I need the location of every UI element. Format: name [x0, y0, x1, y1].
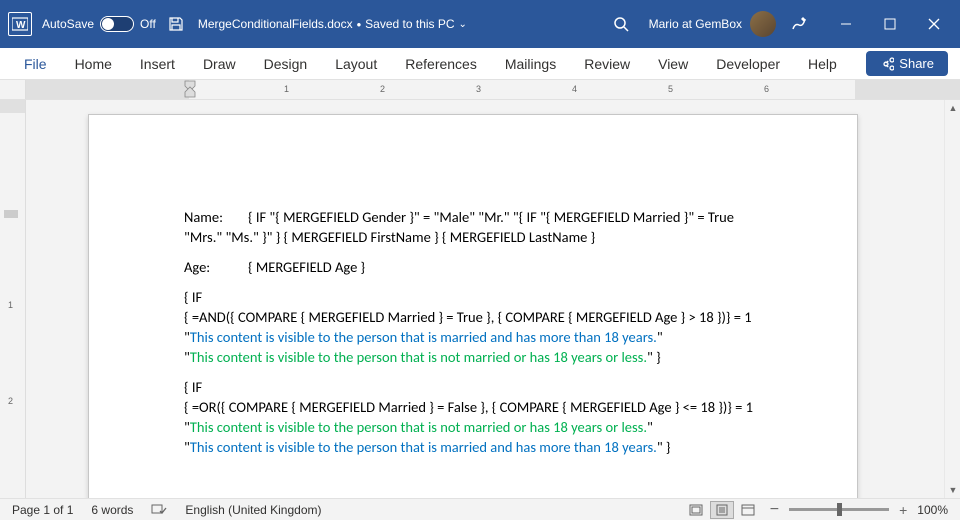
tab-layout[interactable]: Layout — [323, 50, 389, 78]
indent-marker-icon[interactable] — [184, 80, 196, 98]
ruler-mark: 2 — [380, 84, 385, 94]
zoom-level[interactable]: 100% — [917, 503, 948, 517]
saved-status: Saved to this PC — [365, 17, 454, 31]
statusbar: Page 1 of 1 6 words English (United King… — [0, 498, 960, 520]
autosave-state: Off — [140, 17, 156, 31]
share-button[interactable]: Share — [866, 51, 948, 76]
autosave-toggle[interactable]: AutoSave Off — [42, 16, 156, 32]
ruler-mark: 5 — [668, 84, 673, 94]
close-button[interactable] — [916, 10, 952, 38]
scrollbar-vertical[interactable]: ▲ ▼ — [944, 100, 960, 498]
zoom-slider[interactable] — [789, 508, 889, 511]
ruler-mark: 3 — [476, 84, 481, 94]
save-button[interactable] — [166, 14, 186, 34]
focus-mode-button[interactable] — [684, 501, 708, 519]
ruler-mark: 1 — [284, 84, 289, 94]
language-indicator[interactable]: English (United Kingdom) — [185, 503, 321, 517]
ruler-horizontal[interactable]: 1 2 3 4 5 6 — [0, 80, 960, 100]
avatar — [750, 11, 776, 37]
chevron-down-icon[interactable]: ⌄ — [459, 19, 467, 30]
v-cursor-icon — [4, 210, 18, 218]
filename: MergeConditionalFields.docx — [198, 17, 353, 31]
autosave-label: AutoSave — [42, 17, 94, 31]
scroll-up-icon[interactable]: ▲ — [945, 100, 960, 116]
ruler-v-mark: 1 — [8, 300, 13, 310]
page-indicator[interactable]: Page 1 of 1 — [12, 503, 73, 517]
tab-help[interactable]: Help — [796, 50, 849, 78]
tab-draw[interactable]: Draw — [191, 50, 248, 78]
spellcheck-icon[interactable] — [151, 503, 167, 517]
ribbon-tabs: File Home Insert Draw Design Layout Refe… — [0, 48, 960, 80]
titlebar: W AutoSave Off MergeConditionalFields.do… — [0, 0, 960, 48]
tab-design[interactable]: Design — [252, 50, 320, 78]
word-logo-icon: W — [8, 12, 32, 36]
document-page[interactable]: Name:{ IF "{ MERGEFIELD Gender }" = "Mal… — [88, 114, 858, 498]
tab-review[interactable]: Review — [572, 50, 642, 78]
workspace: 1 2 Name:{ IF "{ MERGEFIELD Gender }" = … — [0, 100, 960, 498]
draw-mode-icon[interactable] — [790, 15, 808, 33]
toggle-icon — [100, 16, 134, 32]
doc-line[interactable]: Age:{ MERGEFIELD Age } — [184, 257, 762, 277]
user-label: Mario at GemBox — [649, 17, 742, 31]
tab-mailings[interactable]: Mailings — [493, 50, 568, 78]
user-account[interactable]: Mario at GemBox — [649, 11, 776, 37]
word-count[interactable]: 6 words — [91, 503, 133, 517]
ruler-corner — [0, 80, 26, 99]
page-area[interactable]: Name:{ IF "{ MERGEFIELD Gender }" = "Mal… — [26, 100, 960, 498]
window-controls — [828, 10, 952, 38]
tab-references[interactable]: References — [393, 50, 489, 78]
doc-line[interactable]: Name:{ IF "{ MERGEFIELD Gender }" = "Mal… — [184, 207, 762, 247]
search-button[interactable] — [613, 16, 629, 32]
minimize-button[interactable] — [828, 10, 864, 38]
doc-line[interactable]: { IF{ =OR({ COMPARE { MERGEFIELD Married… — [184, 377, 762, 457]
view-mode-buttons — [684, 501, 760, 519]
ruler-h: 1 2 3 4 5 6 — [26, 80, 960, 99]
doc-line[interactable]: { IF{ =AND({ COMPARE { MERGEFIELD Marrie… — [184, 287, 762, 367]
scroll-down-icon[interactable]: ▼ — [945, 482, 960, 498]
tab-developer[interactable]: Developer — [704, 50, 792, 78]
zoom-out-button[interactable]: − — [770, 501, 779, 519]
tab-home[interactable]: Home — [63, 50, 124, 78]
ruler-mark: 6 — [764, 84, 769, 94]
web-layout-button[interactable] — [736, 501, 760, 519]
ruler-v-mark: 2 — [8, 396, 13, 406]
ruler-mark: 4 — [572, 84, 577, 94]
maximize-button[interactable] — [872, 10, 908, 38]
ruler-vertical[interactable]: 1 2 — [0, 100, 26, 498]
document-body[interactable]: Name:{ IF "{ MERGEFIELD Gender }" = "Mal… — [184, 207, 762, 457]
share-label: Share — [899, 56, 934, 71]
svg-text:W: W — [16, 20, 26, 31]
tab-file[interactable]: File — [12, 50, 59, 78]
print-layout-button[interactable] — [710, 501, 734, 519]
tab-insert[interactable]: Insert — [128, 50, 187, 78]
tab-view[interactable]: View — [646, 50, 700, 78]
zoom-in-button[interactable]: + — [899, 502, 907, 518]
